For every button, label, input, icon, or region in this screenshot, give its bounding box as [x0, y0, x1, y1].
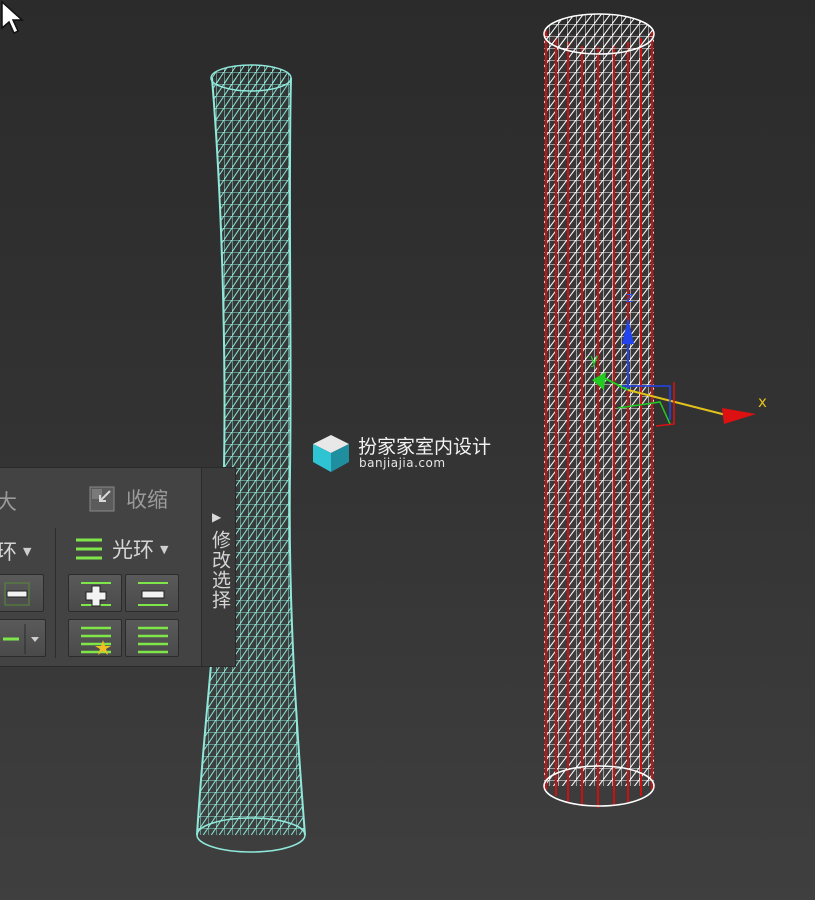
watermark-url: banjiajia.com: [359, 456, 446, 470]
tapered-cylinder[interactable]: [196, 64, 306, 853]
gizmo-z-label: z: [626, 290, 634, 306]
ring-select-button[interactable]: [68, 619, 122, 657]
ring-grow-icon: [81, 582, 111, 607]
modify-selection-label: 修改选择: [209, 530, 231, 610]
ring-label: 光环: [112, 538, 154, 562]
ring-grow-button[interactable]: [68, 574, 122, 612]
ribbon-modify-selection-panel: 大 收缩 环 ▼ 光环 ▼: [0, 467, 236, 667]
ring-select-icon: [81, 626, 111, 655]
ribbon-divider: [55, 528, 56, 658]
ring-list-icon: [3, 624, 39, 654]
shrink-button[interactable]: 收缩: [88, 484, 168, 514]
gizmo-y-label: y: [590, 352, 599, 368]
ring-list-icon: [138, 626, 168, 654]
watermark-name: 扮家家室内设计: [358, 436, 492, 458]
shrink-icon: [89, 486, 115, 512]
modify-selection-tab[interactable]: ▶ 修改选择: [201, 468, 235, 666]
loop-options-button[interactable]: [0, 619, 46, 657]
ring-list-button[interactable]: [125, 619, 179, 657]
loop-shrink-button[interactable]: [0, 574, 44, 612]
ring-icon: [76, 538, 102, 560]
cube-logo-icon: [313, 435, 349, 472]
chevron-down-icon: ▼: [23, 544, 32, 558]
loop-label-partial: 环: [0, 536, 17, 566]
ring-shrink-button[interactable]: [125, 574, 179, 612]
grow-label-partial[interactable]: 大: [0, 486, 17, 516]
gizmo-x-label: x: [758, 393, 767, 411]
watermark-logo: 扮家家室内设计 banjiajia.com: [310, 430, 520, 476]
ring-shrink-icon: [4, 582, 30, 606]
ring-dropdown[interactable]: 光环 ▼: [74, 534, 168, 564]
chevron-down-icon: ▼: [160, 542, 169, 556]
selected-cylinder[interactable]: [543, 13, 655, 808]
loop-dropdown[interactable]: 环 ▼: [0, 536, 31, 566]
chevron-right-icon: ▶: [212, 510, 222, 524]
shrink-label: 收缩: [126, 488, 168, 512]
mouse-cursor-icon: [1, 0, 24, 35]
ring-shrink-icon: [138, 582, 168, 606]
